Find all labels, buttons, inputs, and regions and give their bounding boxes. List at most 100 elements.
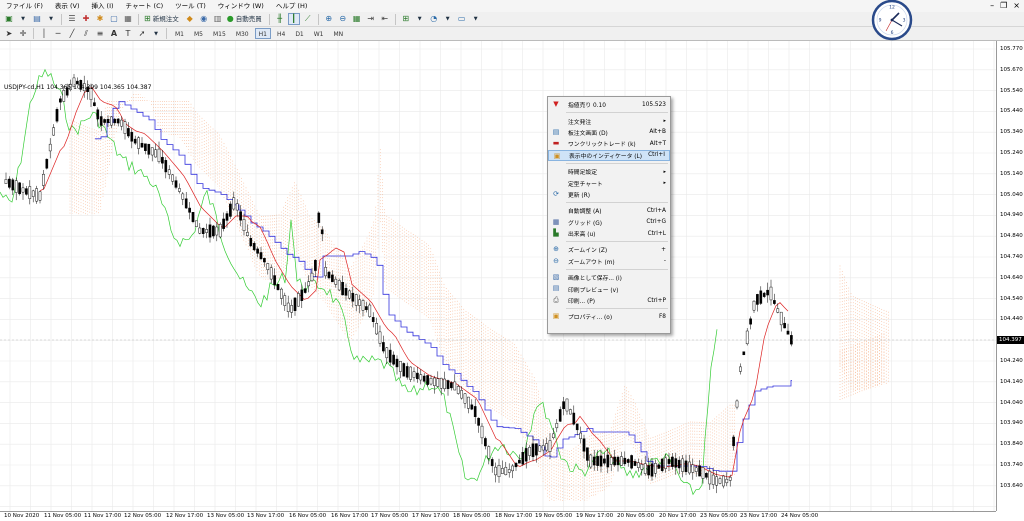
history-icon[interactable]: ▥ [212,13,224,25]
dropdown-arrow-icon[interactable]: ▼ [414,13,426,25]
minimize-icon[interactable]: – [990,0,994,12]
dropdown-arrow-icon[interactable]: ▼ [45,13,57,25]
options-icon[interactable]: ◉ [198,13,210,25]
price-axis[interactable]: 105.770 105.670 105.540 105.440 105.340 105.2… [996,41,1024,511]
indicators-icon[interactable]: ⊞ [400,13,412,25]
data-window-icon[interactable]: ✚ [80,13,92,25]
menu-item-properties[interactable]: ▣ プロパティ... (o) F8 [548,311,670,322]
candle-body [592,456,596,466]
label-icon[interactable]: T [122,28,134,40]
menu-item-board-order[interactable]: ▤ 板注文画面 (D) Alt+B [548,127,670,138]
menu-item-zoom-in[interactable]: ⊕ ズームイン (Z) + [548,244,670,255]
restore-icon[interactable]: ❐ [1000,0,1007,12]
line-chart-icon[interactable]: ⟋ [302,13,314,25]
timeframe-w1[interactable]: W1 [310,28,328,39]
autoscroll-icon[interactable]: ⇥ [365,13,377,25]
horizontal-line-icon[interactable]: ─ [52,28,64,40]
chart-area[interactable]: USDJPY-cd,H1 104.365 104.399 104.365 104… [0,41,1024,521]
menu-item-save-image[interactable]: ▧ 画像として保存... (i) [548,272,670,283]
zoom-out-icon[interactable]: ⊖ [337,13,349,25]
navigator-icon[interactable]: ✱ [94,13,106,25]
terminal-icon[interactable]: ▢ [108,13,120,25]
profiles-icon[interactable]: ▤ [31,13,43,25]
candle-body [371,317,375,322]
channel-icon[interactable]: ⫽ [80,28,92,40]
toolbar-separator [317,13,319,25]
menu-item-print[interactable]: ⎙ 印刷... (P) Ctrl+P [548,295,670,306]
auto-trading-button[interactable]: ● 自動売買 [226,13,265,25]
menu-item-grid[interactable]: ▦ グリッド (G) Ctrl+G [548,217,670,228]
dropdown-arrow-icon[interactable]: ▼ [470,13,482,25]
chart-canvas[interactable] [0,41,996,511]
bar-chart-icon[interactable]: ╫ [274,13,286,25]
menu-file[interactable]: ファイル (F) [0,0,49,12]
menu-insert[interactable]: 挿入 (I) [85,0,119,12]
candle-body [514,462,518,468]
zoom-in-icon[interactable]: ⊕ [323,13,335,25]
chart-shift-icon[interactable]: ⇤ [379,13,391,25]
menu-view[interactable]: 表示 (V) [49,0,86,12]
menu-item-volume[interactable]: ▙ 出来高 (u) Ctrl+L [548,228,670,239]
menu-item-shortcut: Ctrl+L [647,230,666,237]
candle-body [123,121,127,134]
menu-item-order-placement[interactable]: 注文発注 ▸ [548,115,670,126]
menu-help[interactable]: ヘルプ (H) [270,0,314,12]
candle-body [235,203,239,211]
fibonacci-icon[interactable]: ≡ [94,28,106,40]
menu-item-refresh[interactable]: ⟳ 更新 (R) [548,189,670,200]
menu-item-print-preview[interactable]: ▤ 印刷プレビュー (v) [548,283,670,294]
tile-icon[interactable]: ▦ [351,13,363,25]
candle-body [439,377,443,389]
timeframe-m30[interactable]: M30 [232,28,253,39]
new-chart-icon[interactable]: ▣ [3,13,15,25]
tester-icon[interactable]: ▦ [122,13,134,25]
menu-item-one-click-trade[interactable]: ▬ ワンクリックトレード (k) Alt+T [548,138,670,149]
vertical-line-icon[interactable]: │ [38,28,50,40]
crosshair-icon[interactable]: ✛ [17,28,29,40]
dropdown-arrow-icon[interactable]: ▼ [442,13,454,25]
periods-icon[interactable]: ◔ [428,13,440,25]
candle-body [705,472,708,478]
cursor-icon[interactable]: ➤ [3,28,15,40]
menu-tools[interactable]: ツール (T) [169,0,212,12]
menu-window[interactable]: ウィンドウ (W) [212,0,270,12]
menu-item-indicators-list[interactable]: ▣ 表示中のインディケータ (L) Ctrl+I [548,149,670,161]
timeframe-mn[interactable]: MN [330,28,348,39]
new-order-button[interactable]: ⊞ 新規注文 [143,13,182,25]
menu-item-zoom-out[interactable]: ⊖ ズームアウト (m) - [548,256,670,267]
dropdown-arrow-icon[interactable]: ▼ [17,13,29,25]
timeframe-m15[interactable]: M15 [209,28,230,39]
arrows-icon[interactable]: ➚ [136,28,148,40]
menu-item-label: 自動調整 (A) [568,209,602,216]
menu-separator [566,162,668,164]
time-axis[interactable]: 10 Nov 2020 11 Nov 05:00 11 Nov 17:00 12 No… [0,511,996,521]
dropdown-arrow-icon[interactable]: ▼ [150,28,162,40]
market-watch-icon[interactable]: ☰ [66,13,78,25]
menu-item-label: ズームイン (Z) [568,248,608,255]
candlestick-icon[interactable]: ┃ [287,13,300,25]
close-icon[interactable]: × [1013,0,1020,12]
menu-item-auto-scroll[interactable]: 自動調整 (A) Ctrl+A [548,205,670,216]
timeframe-d1[interactable]: D1 [291,28,307,39]
candle-body [140,142,144,148]
timeframe-h4[interactable]: H4 [273,28,289,39]
candle-body [769,286,773,301]
trendline-icon[interactable]: ╱ [66,28,78,40]
text-icon[interactable]: A [108,28,120,40]
timeframe-h1[interactable]: H1 [254,28,271,39]
menu-chart[interactable]: チャート (C) [120,0,170,12]
timeframe-m5[interactable]: M5 [190,28,207,39]
candle-body [205,229,208,233]
templates-icon[interactable]: ▭ [456,13,468,25]
meta-editor-icon[interactable]: ◆ [184,13,196,25]
menu-item-timeframe[interactable]: 時間足設定 ▸ [548,166,670,177]
menu-item-sell-limit[interactable]: ▼ 指値売り 0.10 105.523 [548,99,670,110]
candlestick-series [4,73,793,494]
menu-item-template[interactable]: 定型チャート ▸ [548,177,670,188]
candle-body [409,366,412,380]
menu-item-shortcut: + [661,246,666,253]
timeframe-m1[interactable]: M1 [171,28,188,39]
candle-body [249,237,253,247]
price-tick-label: 105.240 [1000,150,1023,156]
candle-body [259,252,263,260]
